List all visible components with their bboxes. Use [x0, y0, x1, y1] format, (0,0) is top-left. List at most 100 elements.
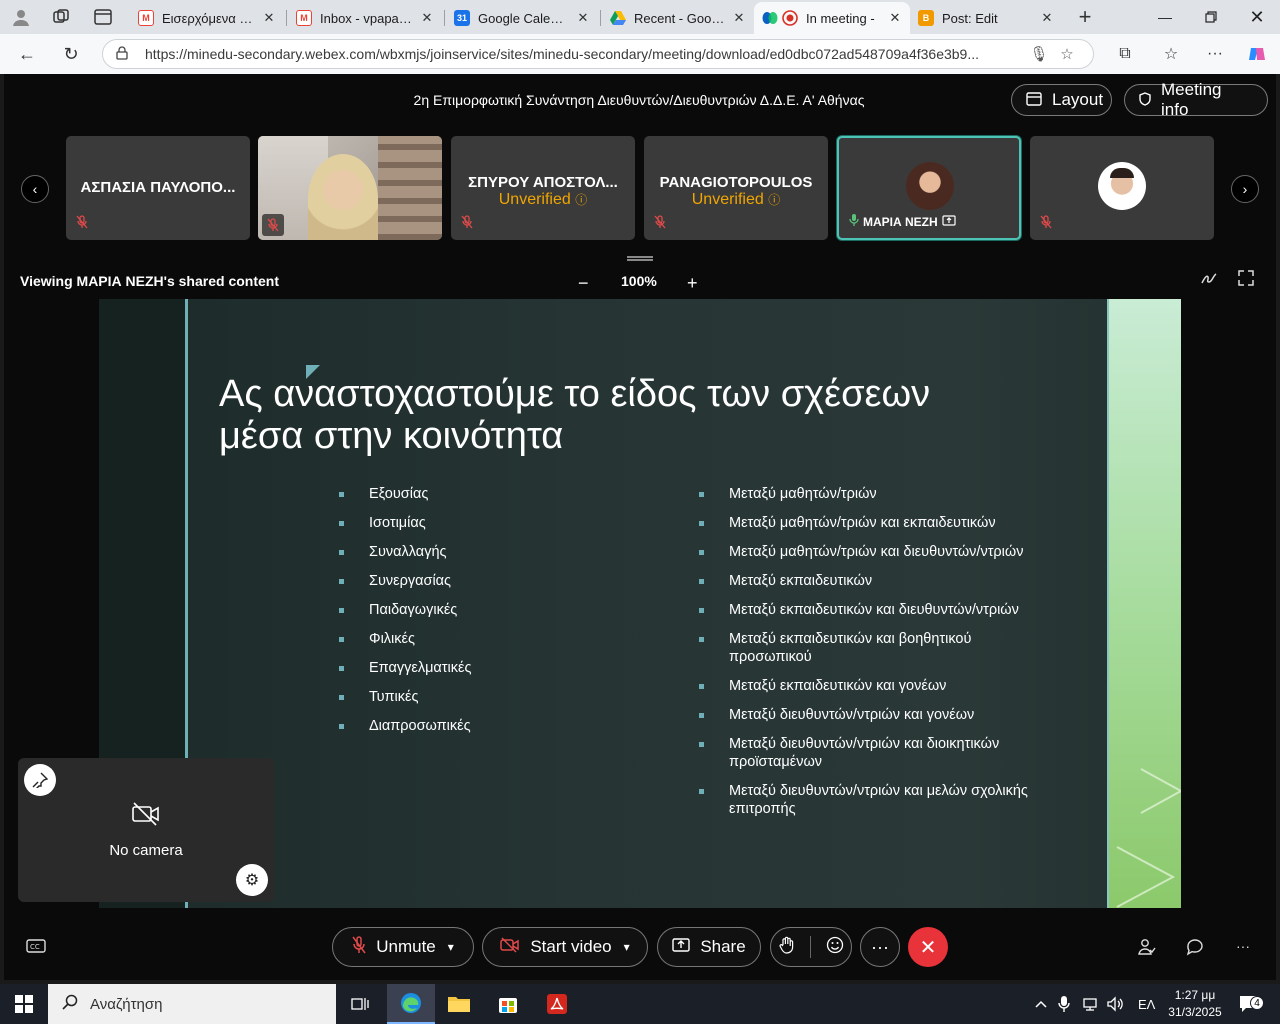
participant-tile[interactable]: ΑΣΠΑΣΙΑ ΠΑΥΛΟΠΟ...	[66, 136, 250, 240]
list-item: Μεταξύ εκπαιδευτικών και γονέων	[699, 677, 1039, 695]
webex-icon	[762, 10, 778, 26]
close-window-icon[interactable]: ✕	[1234, 0, 1280, 34]
close-icon[interactable]: ✕	[262, 10, 276, 26]
url-text[interactable]: https://minedu-secondary.webex.com/wbxmj…	[145, 46, 1025, 62]
screen: M Εισερχόμενα (2) - ✕ M Inbox - vpapaioa…	[0, 0, 1280, 1024]
copilot-icon[interactable]	[1242, 40, 1272, 68]
microsoft-store-icon[interactable]	[484, 984, 532, 1024]
info-icon: ⓘ	[768, 193, 781, 207]
pin-icon[interactable]	[24, 764, 56, 796]
volume-icon[interactable]	[1106, 984, 1124, 1024]
self-view-panel: No camera ⚙	[18, 758, 274, 902]
browser-tab-strip: M Εισερχόμενα (2) - ✕ M Inbox - vpapaioa…	[0, 0, 1280, 34]
participants-icon[interactable]	[1138, 938, 1156, 961]
meeting-info-button[interactable]: Meeting info	[1124, 80, 1268, 119]
muted-mic-icon	[352, 935, 366, 959]
file-explorer-icon[interactable]	[435, 984, 483, 1024]
blogger-icon: B	[918, 10, 934, 26]
minimize-icon[interactable]: —	[1142, 0, 1188, 34]
zoom-out-button[interactable]: −	[578, 273, 589, 294]
zoom-in-button[interactable]: +	[687, 273, 698, 294]
leave-meeting-button[interactable]: ✕	[908, 927, 948, 967]
back-icon[interactable]: ←	[12, 40, 42, 68]
participant-tile[interactable]: PANAGIOTOPOULOS Unverified ⓘ	[644, 136, 828, 240]
tab-gmail-inbox[interactable]: M Inbox - vpapaioan ✕	[288, 4, 442, 32]
favorites-icon[interactable]: ☆	[1156, 40, 1186, 68]
more-options-button[interactable]: ···	[860, 927, 900, 967]
system-clock[interactable]: 1:27 μμ 31/3/2025	[1162, 987, 1228, 1021]
gear-icon[interactable]: ⚙	[236, 864, 268, 896]
participant-tile[interactable]: ΣΠΥΡΟΥ ΑΠΟΣΤΟΛ... Unverified ⓘ	[451, 136, 635, 240]
restore-icon[interactable]	[1188, 0, 1234, 34]
participant-tile[interactable]	[1030, 136, 1214, 240]
extensions-icon[interactable]: ⧉	[1110, 40, 1140, 68]
avatar	[906, 162, 954, 210]
slide-right-band	[1109, 299, 1181, 908]
list-item: Ισοτιμίας	[339, 514, 639, 532]
participant-video-tile[interactable]	[258, 136, 442, 240]
list-item: Εξουσίας	[339, 485, 639, 503]
muted-mic-icon	[654, 215, 666, 232]
reload-icon[interactable]: ↻	[56, 40, 86, 68]
chevron-down-icon[interactable]: ▾	[448, 940, 454, 954]
close-icon[interactable]: ✕	[576, 10, 590, 26]
resize-handle[interactable]	[627, 256, 653, 261]
share-button[interactable]: Share	[657, 927, 761, 967]
more-panels-icon[interactable]: ···	[1236, 938, 1250, 954]
more-menu-icon[interactable]: ···	[1200, 40, 1230, 68]
list-item: Φιλικές	[339, 630, 639, 648]
show-hidden-icons[interactable]	[1034, 984, 1048, 1024]
unmute-button[interactable]: Unmute ▾	[332, 927, 474, 967]
emoji-reaction-icon[interactable]	[826, 936, 844, 959]
active-speaker-tile[interactable]: ΜΑΡΙΑ ΝΕΖΗ	[837, 136, 1021, 240]
microphone-icon[interactable]: 🎙	[1025, 45, 1053, 63]
tab-webex-meeting[interactable]: In meeting - ✕	[754, 2, 910, 34]
notifications-icon[interactable]: 4	[1238, 984, 1264, 1024]
next-participants-button[interactable]: ›	[1231, 175, 1259, 203]
microphone-tray-icon[interactable]	[1058, 984, 1070, 1024]
profile-icon[interactable]	[8, 5, 34, 29]
favorite-star-icon[interactable]: ☆	[1053, 45, 1081, 63]
acrobat-reader-icon[interactable]	[533, 984, 581, 1024]
list-item: Μεταξύ μαθητών/τριών και διευθυντών/ντρι…	[699, 543, 1039, 561]
address-bar[interactable]: https://minedu-secondary.webex.com/wbxmj…	[102, 39, 1094, 69]
tab-google-calendar[interactable]: 31 Google Calendar ✕	[446, 4, 598, 32]
layout-button[interactable]: Layout	[1011, 84, 1112, 116]
fullscreen-icon[interactable]	[1238, 270, 1254, 291]
start-video-button[interactable]: Start video ▾	[482, 927, 648, 967]
workspaces-icon[interactable]	[48, 5, 74, 29]
previous-participants-button[interactable]: ‹	[21, 175, 49, 203]
raise-hand-icon[interactable]	[778, 936, 795, 959]
edge-taskbar-icon[interactable]	[387, 984, 435, 1024]
tab-gmail-greek[interactable]: M Εισερχόμενα (2) - ✕	[130, 4, 284, 32]
participant-name: ΣΠΥΡΟΥ ΑΠΟΣΤΟΛ...	[468, 174, 618, 191]
close-icon[interactable]: ✕	[1040, 10, 1054, 26]
list-item: Συνεργασίας	[339, 572, 639, 590]
participant-name: PANAGIOTOPOULOS	[659, 174, 813, 191]
tab-blogger-post[interactable]: B Post: Edit ✕	[910, 4, 1062, 32]
avatar	[1098, 162, 1146, 210]
taskbar-search[interactable]: Αναζήτηση	[48, 984, 336, 1024]
close-icon[interactable]: ✕	[888, 10, 902, 26]
browser-toolbar: ← ↻ https://minedu-secondary.webex.com/w…	[0, 34, 1280, 74]
unverified-label: Unverified ⓘ	[691, 191, 781, 208]
annotate-icon[interactable]	[1200, 270, 1218, 291]
list-item: Μεταξύ διευθυντών/ντριών και γονέων	[699, 706, 1039, 724]
chat-icon[interactable]	[1186, 938, 1204, 961]
new-tab-icon[interactable]: +	[1072, 4, 1098, 29]
windows-start-icon[interactable]	[0, 984, 48, 1024]
tab-actions-icon[interactable]	[90, 5, 116, 29]
close-icon[interactable]: ✕	[420, 10, 434, 26]
site-info-icon[interactable]	[115, 45, 133, 63]
tab-google-drive[interactable]: Recent - Google D ✕	[602, 4, 754, 32]
network-icon[interactable]	[1082, 984, 1100, 1024]
input-language[interactable]: ΕΛ	[1138, 984, 1155, 1024]
calendar-icon: 31	[454, 10, 470, 26]
no-camera-icon	[132, 802, 160, 826]
task-view-icon[interactable]	[336, 984, 384, 1024]
closed-captions-icon[interactable]: CC	[26, 938, 46, 959]
close-icon[interactable]: ✕	[732, 10, 746, 26]
gmail-icon: M	[138, 10, 154, 26]
relationship-types-list: Εξουσίας Ισοτιμίας Συναλλαγής Συνεργασίας Πα…	[339, 485, 639, 746]
chevron-down-icon[interactable]: ▾	[624, 940, 630, 954]
